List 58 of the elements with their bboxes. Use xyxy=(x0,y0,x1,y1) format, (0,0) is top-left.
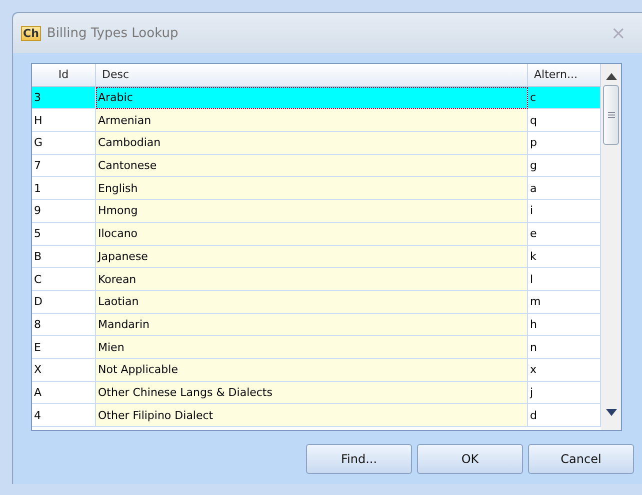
table-cell[interactable]: Arabic xyxy=(96,86,528,110)
table-cell[interactable]: m xyxy=(528,290,601,314)
dialog-button[interactable]: OK xyxy=(417,444,523,474)
table-cell[interactable]: A xyxy=(32,382,96,404)
dialog-button[interactable]: Cancel xyxy=(528,444,634,474)
table-cell[interactable]: Laotian xyxy=(96,290,528,314)
table-cell[interactable]: a xyxy=(528,177,601,200)
table-cell[interactable]: Other Filipino Dialect xyxy=(96,404,528,427)
table-cell[interactable]: Other Chinese Langs & Dialects xyxy=(96,382,528,404)
table-cell[interactable]: Mandarin xyxy=(96,314,528,336)
scrollbar[interactable] xyxy=(601,64,621,430)
table-cell[interactable]: D xyxy=(32,290,96,314)
table-cell[interactable]: c xyxy=(528,86,601,110)
table-cell[interactable]: x xyxy=(528,358,601,382)
table-cell[interactable]: Ilocano xyxy=(96,222,528,246)
table-cell[interactable]: Hmong xyxy=(96,200,528,223)
table-cell[interactable]: 5 xyxy=(32,222,96,246)
table-cell[interactable]: 9 xyxy=(32,200,96,223)
scroll-up-icon[interactable] xyxy=(606,73,616,80)
table-cell[interactable]: i xyxy=(528,200,601,223)
dialog-button[interactable]: Find... xyxy=(306,444,412,474)
table-cell[interactable]: 1 xyxy=(32,177,96,200)
table-cell[interactable]: E xyxy=(32,336,96,359)
table-cell[interactable]: B xyxy=(32,246,96,268)
table-cell[interactable]: q xyxy=(528,109,601,132)
table-cell[interactable]: d xyxy=(528,404,601,427)
table-cell[interactable]: C xyxy=(32,268,96,291)
table-cell[interactable]: Cantonese xyxy=(96,154,528,178)
window-title: Billing Types Lookup xyxy=(46,26,180,40)
table-cell[interactable]: g xyxy=(528,154,601,178)
table-cell[interactable]: 7 xyxy=(32,154,96,178)
column-header[interactable]: Altern... xyxy=(528,64,601,87)
table-cell[interactable]: Armenian xyxy=(96,109,528,132)
table-cell[interactable]: Korean xyxy=(96,268,528,291)
table-cell[interactable]: Japanese xyxy=(96,246,528,268)
app-logo: Ch xyxy=(21,26,41,40)
table-cell[interactable]: Mien xyxy=(96,336,528,359)
table-cell[interactable]: 3 xyxy=(32,86,96,110)
grip-icon xyxy=(608,112,614,118)
table-cell[interactable]: l xyxy=(528,268,601,291)
table-cell[interactable]: G xyxy=(32,132,96,155)
scroll-thumb[interactable] xyxy=(603,85,619,145)
table-cell[interactable]: h xyxy=(528,314,601,336)
table-cell[interactable]: e xyxy=(528,222,601,246)
column-header[interactable]: Desc xyxy=(96,64,528,87)
scroll-down-icon[interactable] xyxy=(606,409,616,416)
table-cell[interactable]: English xyxy=(96,177,528,200)
table-cell[interactable]: H xyxy=(32,109,96,132)
column-header[interactable]: Id xyxy=(32,64,96,87)
table-cell[interactable]: k xyxy=(528,246,601,268)
table-cell[interactable]: n xyxy=(528,336,601,359)
table-cell[interactable]: j xyxy=(528,382,601,404)
table-cell[interactable]: 8 xyxy=(32,314,96,336)
table-cell[interactable]: X xyxy=(32,358,96,382)
table-cell[interactable]: Not Applicable xyxy=(96,358,528,382)
table-cell[interactable]: 4 xyxy=(32,404,96,427)
table-cell[interactable]: Cambodian xyxy=(96,132,528,155)
table-cell[interactable]: p xyxy=(528,132,601,155)
